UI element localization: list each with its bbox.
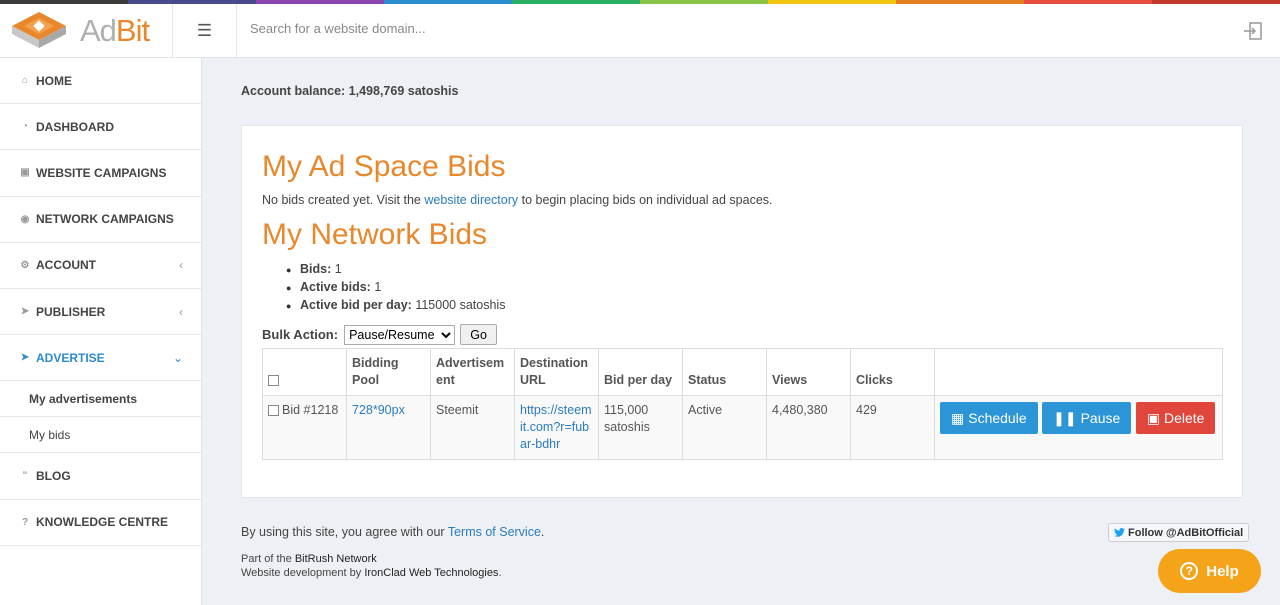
sidebar-item-my-bids[interactable]: My bids [0, 417, 201, 454]
select-all-checkbox[interactable] [268, 375, 279, 387]
network-bids-title: My Network Bids [262, 218, 488, 251]
sidebar-item-home[interactable]: ⌂ HOME [0, 58, 201, 105]
go-button[interactable]: Go [460, 324, 498, 345]
clicks-cell: 429 [850, 395, 935, 460]
sidebar-item-blog[interactable]: “BLOG [0, 453, 201, 500]
col-actions [934, 348, 1223, 396]
logo-text: AdBit [80, 13, 150, 48]
sidebar-item-dashboard[interactable]: ◔ DASHBOARD [0, 104, 201, 151]
pause-button[interactable]: ❚❚ Pause [1042, 402, 1132, 434]
ad-space-bids-title: My Ad Space Bids [262, 150, 506, 183]
status-cell: Active [682, 395, 767, 460]
bids-panel: My Ad Space Bids No bids created yet. Vi… [241, 125, 1243, 498]
chevron-left-icon: ‹ [179, 258, 183, 273]
advertisement-cell: Steemit [430, 395, 515, 460]
logo[interactable]: AdBit [0, 4, 173, 58]
quote-icon: “ [22, 470, 28, 482]
twitter-follow-button[interactable]: Follow @AdBitOfficial [1108, 523, 1250, 542]
sidebar-item-network-campaigns[interactable]: ◉ NETWORK CAMPAIGNS [0, 197, 201, 243]
account-balance: Account balance: 1,498,769 satoshis [241, 84, 459, 98]
terms-link[interactable]: Terms of Service [448, 525, 541, 539]
sidebar-item-publisher[interactable]: ➤ PUBLISHER ‹ [0, 289, 201, 336]
sidebar-item-my-advertisements[interactable]: My advertisements [0, 381, 201, 418]
logout-icon[interactable] [1242, 20, 1264, 42]
bids-table: Bidding Pool Advertisem ent Destination … [262, 348, 1223, 460]
dashboard-icon: ◔ [21, 121, 29, 133]
gears-icon: ⚙ [20, 259, 30, 271]
chevron-down-icon: ⌄ [172, 350, 183, 365]
rocket-icon: ➤ [20, 306, 30, 318]
home-icon: ⌂ [21, 75, 29, 87]
col-advertisement: Advertisem ent [430, 348, 515, 396]
sidebar: ⌂ HOME ◔ DASHBOARD ▣ WEBSITE CAMPAIGNS ◉ NET… [0, 58, 202, 605]
bulk-action: Bulk Action: Pause/Resume Go [262, 324, 498, 345]
trash-icon: ▣ [1146, 409, 1160, 426]
col-bidding-pool: Bidding Pool [346, 348, 431, 396]
stat-active-bids: Active bids: 1 [286, 280, 505, 298]
network-stats: Bids: 1 Active bids: 1 Active bid per da… [286, 262, 505, 316]
table-header-row: Bidding Pool Advertisem ent Destination … [262, 348, 1223, 396]
credits: Part of the BitRush Network Website deve… [241, 553, 502, 579]
calendar-icon: ▦ [951, 409, 965, 426]
bid-per-day-cell: 115,000 satoshis [598, 395, 683, 460]
logo-icon [8, 8, 70, 54]
col-bid-per-day: Bid per day [598, 348, 683, 396]
ad-space-note: No bids created yet. Visit the website d… [262, 193, 773, 207]
chevron-left-icon: ‹ [179, 304, 183, 319]
question-circle-icon: ? [1180, 562, 1199, 580]
col-destination-url: Destination URL [514, 348, 599, 396]
menu-toggle-icon[interactable]: ☰ [173, 4, 237, 58]
terms-notice: By using this site, you agree with our T… [241, 525, 545, 539]
ironclad-link[interactable]: IronClad Web Technologies [364, 567, 498, 579]
bitrush-link[interactable]: BitRush Network [295, 553, 377, 565]
col-views: Views [766, 348, 851, 396]
top-bar: AdBit ☰ [0, 4, 1280, 58]
views-cell: 4,480,380 [766, 395, 851, 460]
stat-active-bid-per-day: Active bid per day: 115000 satoshis [286, 298, 505, 316]
row-checkbox[interactable] [268, 405, 279, 417]
pause-icon: ❚❚ [1053, 409, 1077, 426]
search-input[interactable] [250, 21, 750, 36]
cart-icon: ▣ [20, 167, 30, 179]
bulk-action-select[interactable]: Pause/Resume [344, 324, 456, 345]
delete-button[interactable]: ▣ Delete [1135, 402, 1216, 434]
schedule-button[interactable]: ▦ Schedule [940, 402, 1038, 434]
website-directory-link[interactable]: website directory [424, 193, 518, 207]
stat-bids: Bids: 1 [286, 262, 505, 280]
sidebar-item-website-campaigns[interactable]: ▣ WEBSITE CAMPAIGNS [0, 150, 201, 197]
bidding-pool-link[interactable]: 728*90px [352, 403, 405, 417]
globe-icon: ◉ [20, 213, 30, 225]
col-status: Status [682, 348, 767, 396]
sidebar-item-account[interactable]: ⚙ ACCOUNT ‹ [0, 243, 201, 289]
col-clicks: Clicks [850, 348, 935, 396]
sidebar-item-advertise[interactable]: ➤ ADVERTISE ⌄ [0, 335, 201, 382]
sidebar-item-knowledge-centre[interactable]: ? KNOWLEDGE CENTRE [0, 500, 201, 546]
table-row: Bid #1218 728*90px Steemit https://steem… [262, 395, 1223, 460]
rocket-icon: ➤ [20, 352, 30, 364]
destination-url-link[interactable]: https://steemit.com?r=fubar-bdhr [520, 403, 592, 451]
twitter-icon [1114, 528, 1125, 537]
question-icon: ? [21, 516, 29, 528]
help-button[interactable]: ? Help [1158, 549, 1261, 593]
